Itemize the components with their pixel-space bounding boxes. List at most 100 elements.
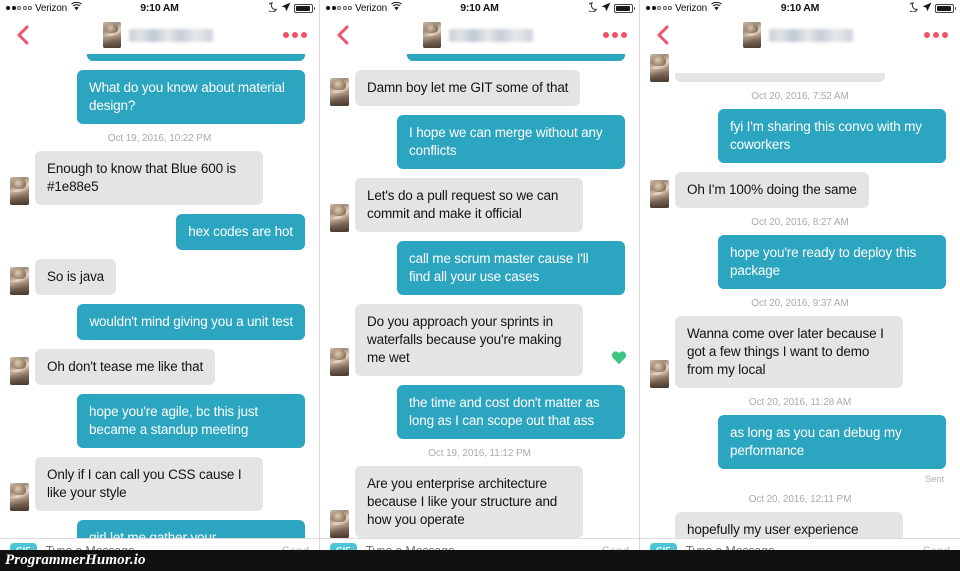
heart-filled-icon[interactable] <box>610 349 627 366</box>
battery-icon <box>614 3 635 13</box>
avatar <box>650 54 669 82</box>
message-bubble[interactable]: Only if I can call you CSS cause I like … <box>35 457 263 511</box>
message-bubble[interactable]: hex codes are hot <box>176 214 305 250</box>
more-options-icon[interactable] <box>603 32 627 38</box>
contact-avatar[interactable] <box>422 22 441 48</box>
clipped-message-bubble <box>10 54 309 61</box>
message-bubble[interactable]: as long as you can debug my performance <box>718 415 946 469</box>
message-bubble[interactable]: So is java <box>35 259 117 295</box>
wifi-icon <box>71 1 82 14</box>
signal-strength-icon <box>646 6 672 10</box>
message-row: Are you enterprise architecture because … <box>330 466 629 538</box>
clipped-message-bubble <box>650 54 950 82</box>
message-row: Enough to know that Blue 600 is #1e88e5 <box>10 151 309 205</box>
message-row: fyi I'm sharing this convo with my cowor… <box>650 109 950 163</box>
message-row: Let's do a pull request so we can commit… <box>330 178 629 232</box>
message-bubble[interactable]: hopefully my user experience leaves you … <box>675 512 903 538</box>
message-bubble[interactable]: hope you're ready to deploy this package <box>718 235 946 289</box>
message-row: hex codes are hot <box>10 214 309 250</box>
signal-strength-icon <box>326 6 352 10</box>
more-options-icon[interactable] <box>924 32 948 38</box>
message-row: Damn boy let me GIT some of that <box>330 70 629 106</box>
message-bubble[interactable]: Do you approach your sprints in waterfal… <box>355 304 583 376</box>
nav-bar <box>0 16 319 54</box>
message-bubble[interactable]: Oh don't tease me like that <box>35 349 216 385</box>
wifi-icon <box>711 1 722 14</box>
location-arrow-icon <box>601 2 611 15</box>
location-arrow-icon <box>281 2 291 15</box>
message-bubble[interactable]: the time and cost don't matter as long a… <box>397 385 625 439</box>
message-bubble[interactable]: Enough to know that Blue 600 is #1e88e5 <box>35 151 263 205</box>
message-row: Oh don't tease me like that <box>10 349 309 385</box>
carrier-label: Verizon <box>35 2 67 14</box>
message-timestamp: Oct 19, 2016, 10:22 PM <box>107 133 212 144</box>
message-row: hope you're ready to deploy this package <box>650 235 950 289</box>
chevron-left-icon[interactable] <box>332 24 352 46</box>
contact-avatar[interactable] <box>102 22 121 48</box>
contact-header[interactable] <box>32 22 283 48</box>
message-bubble[interactable]: Oh I'm 100% doing the same <box>675 172 869 208</box>
status-bar-right <box>586 1 635 15</box>
message-bubble[interactable]: I hope we can merge without any conflict… <box>397 115 625 169</box>
battery-icon <box>935 3 956 13</box>
contact-header[interactable] <box>352 22 603 48</box>
clipped-message-bubble <box>330 54 629 61</box>
message-row: the time and cost don't matter as long a… <box>330 385 629 439</box>
message-bubble[interactable]: What do you know about material design? <box>77 70 305 124</box>
avatar <box>330 78 349 106</box>
status-bar-left: Verizon <box>326 1 589 14</box>
message-row: Wanna come over later because I got a fe… <box>650 316 950 388</box>
status-bar: Verizon 9:10 AM <box>640 0 960 16</box>
moon-icon <box>907 1 919 15</box>
status-bar-right <box>907 1 956 15</box>
contact-avatar[interactable] <box>743 22 761 48</box>
chevron-left-icon[interactable] <box>12 24 32 46</box>
message-row: Only if I can call you CSS cause I like … <box>10 457 309 511</box>
nav-bar <box>640 16 960 54</box>
message-bubble[interactable]: Damn boy let me GIT some of that <box>355 70 581 106</box>
message-list[interactable]: Oct 20, 2016, 7:52 AM fyi I'm sharing thi… <box>640 54 960 538</box>
message-row: hope you're agile, bc this just became a… <box>10 394 309 448</box>
contact-name-blurred <box>769 28 853 42</box>
message-bubble[interactable]: hope you're agile, bc this just became a… <box>77 394 305 448</box>
message-row: wouldn't mind giving you a unit test <box>10 304 309 340</box>
message-bubble[interactable]: call me scrum master cause I'll find all… <box>397 241 625 295</box>
status-bar: Verizon 9:10 AM <box>320 0 639 16</box>
message-timestamp: Oct 20, 2016, 9:37 AM <box>751 298 849 309</box>
carrier-label: Verizon <box>675 2 707 14</box>
message-list[interactable]: Damn boy let me GIT some of that I hope w… <box>320 54 639 538</box>
more-options-icon[interactable] <box>283 32 307 38</box>
battery-icon <box>294 3 315 13</box>
location-arrow-icon <box>922 2 932 15</box>
watermark-bar: ProgrammerHumor.io <box>0 550 960 571</box>
panel-2: Verizon 9:10 AM Damn boy let me GIT some o… <box>320 0 640 571</box>
message-bubble[interactable]: wouldn't mind giving you a unit test <box>77 304 305 340</box>
message-timestamp: Oct 20, 2016, 11:28 AM <box>748 397 852 408</box>
message-bubble[interactable]: Are you enterprise architecture because … <box>355 466 583 538</box>
status-bar: Verizon 9:10 AM <box>0 0 319 16</box>
status-bar-left: Verizon <box>646 1 910 14</box>
message-bubble[interactable]: Wanna come over later because I got a fe… <box>675 316 903 388</box>
contact-name-blurred <box>128 28 213 42</box>
chevron-left-icon[interactable] <box>652 24 672 46</box>
message-bubble[interactable]: fyi I'm sharing this convo with my cowor… <box>718 109 946 163</box>
watermark-text: ProgrammerHumor.io <box>5 552 146 568</box>
avatar <box>10 177 29 205</box>
status-badge: Sent <box>924 474 944 485</box>
message-row: Oh I'm 100% doing the same <box>650 172 950 208</box>
message-list[interactable]: What do you know about material design? O… <box>0 54 319 538</box>
message-bubble[interactable]: Let's do a pull request so we can commit… <box>355 178 583 232</box>
message-timestamp: Oct 20, 2016, 7:52 AM <box>751 91 849 102</box>
avatar <box>330 204 349 232</box>
message-bubble[interactable]: girl let me gather your requirements <box>77 520 305 538</box>
wifi-icon <box>391 1 402 14</box>
signal-strength-icon <box>6 6 32 10</box>
contact-header[interactable] <box>672 22 924 48</box>
carrier-label: Verizon <box>355 2 387 14</box>
avatar <box>650 360 669 388</box>
message-row: hopefully my user experience leaves you … <box>650 512 950 538</box>
message-row: call me scrum master cause I'll find all… <box>330 241 629 295</box>
avatar <box>330 348 349 376</box>
status-bar-right <box>266 1 315 15</box>
message-row: I hope we can merge without any conflict… <box>330 115 629 169</box>
